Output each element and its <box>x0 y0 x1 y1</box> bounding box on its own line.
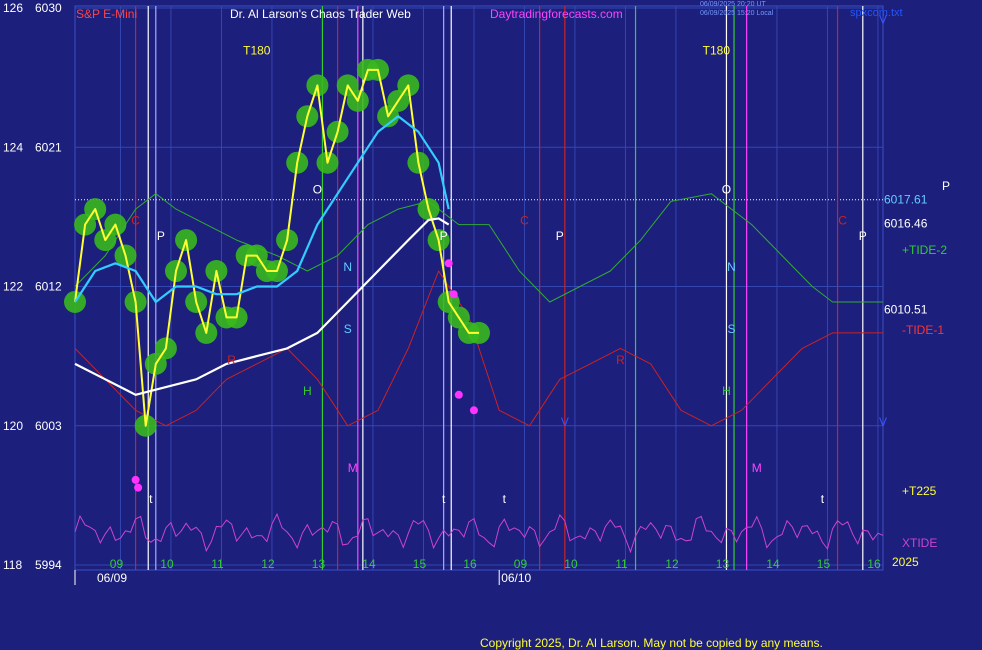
y-tick-label-left: 122 <box>3 280 23 294</box>
pivot-dot <box>134 483 143 492</box>
chart-annotation: P <box>157 229 165 243</box>
price-level-label: 6010.51 <box>884 303 928 317</box>
chart-annotation: T180 <box>243 43 271 57</box>
y-tick-label-right: 6012 <box>35 280 62 294</box>
x-hour-label: 13 <box>716 557 730 571</box>
x-date-label: 06/10 <box>501 571 531 585</box>
chart-annotation: V <box>879 415 887 429</box>
pivot-dot <box>469 406 478 415</box>
y-tick-label-right: 6003 <box>35 419 62 433</box>
x-hour-label: 15 <box>817 557 831 571</box>
chart-annotation: V <box>561 415 569 429</box>
y-tick-label-right: 6021 <box>35 140 62 154</box>
x-hour-label: 09 <box>110 557 124 571</box>
timestamp-local: 06/09/2025 15:20 Local <box>700 10 774 17</box>
chart-annotation: M <box>348 461 358 475</box>
y-tick-label-right: 6030 <box>35 1 62 15</box>
pivot-dot <box>454 390 463 399</box>
x-hour-label: 09 <box>514 557 528 571</box>
website-link[interactable]: Daytradingforecasts.com <box>490 7 623 21</box>
legend-entry: -TIDE-1 <box>902 323 944 337</box>
y-tick-label-left: 118 <box>3 558 22 572</box>
y-tick-label-right: 5994 <box>35 558 62 572</box>
copyright-notice: Copyright 2025, Dr. Al Larson. May not b… <box>480 636 823 650</box>
x-hour-label: 14 <box>766 557 780 571</box>
legend-entry: +TIDE-2 <box>902 243 947 257</box>
x-date-label: 06/09 <box>97 571 127 585</box>
chart-annotation: H <box>722 384 731 398</box>
chart-canvas: 126 6030 124 6021 122 6012 120 6003 118 5994 09 10 1… <box>0 0 982 650</box>
pivot-dot <box>131 475 140 484</box>
chart-annotation: S <box>344 322 352 336</box>
chart-annotation: O <box>313 183 322 197</box>
timestamp-utc: 06/09/2025 20:20 UT <box>700 1 766 8</box>
x-hour-label: 11 <box>615 557 628 571</box>
x-hour-label: 12 <box>665 557 679 571</box>
x-hour-label: 13 <box>312 557 326 571</box>
x-hour-label: 14 <box>362 557 376 571</box>
chart-annotation: C <box>131 214 140 228</box>
x-hour-label: 16 <box>463 557 477 571</box>
y-tick-label-left: 126 <box>3 1 23 15</box>
chart-annotation: P <box>859 229 867 243</box>
x-hour-label: 12 <box>261 557 275 571</box>
pivot-dot <box>444 259 453 268</box>
x-hour-label: 11 <box>211 557 224 571</box>
price-level-label: 6016.46 <box>884 216 928 230</box>
chart-annotation: P <box>556 229 564 243</box>
legend-entry: P <box>942 179 950 193</box>
chart-annotation: C <box>838 214 847 228</box>
price-level-label: 6017.61 <box>884 193 928 207</box>
chart-annotation: H <box>303 384 312 398</box>
chart-annotation: O <box>722 183 731 197</box>
y-tick-label-left: 120 <box>3 419 23 433</box>
x-hour-label: 16 <box>867 557 881 571</box>
chart-annotation: S <box>727 322 735 336</box>
x-hour-label: 10 <box>160 557 174 571</box>
chart-background <box>0 0 982 650</box>
chart-annotation: C <box>520 214 529 228</box>
chart-file-name: spxcom.txt <box>850 7 903 19</box>
pivot-dot <box>449 290 458 299</box>
y-tick-label-left: 124 <box>3 140 23 154</box>
chart-annotation: R <box>227 353 236 367</box>
instrument-label: S&P E-Mini <box>76 7 138 21</box>
chart-annotation: M <box>752 461 762 475</box>
chart-annotation: N <box>343 260 352 274</box>
chart-annotation: T180 <box>703 43 731 57</box>
legend-entry: +T225 <box>902 484 937 498</box>
x-hour-label: 15 <box>413 557 427 571</box>
x-hour-label: 10 <box>564 557 578 571</box>
chart-title: Dr. Al Larson's Chaos Trader Web <box>230 7 411 21</box>
legend-entry: XTIDE <box>902 536 937 550</box>
chart-annotation: R <box>616 353 625 367</box>
chart-annotation: P <box>440 229 448 243</box>
year-label: 2025 <box>892 555 919 569</box>
chart-annotation: N <box>727 260 736 274</box>
